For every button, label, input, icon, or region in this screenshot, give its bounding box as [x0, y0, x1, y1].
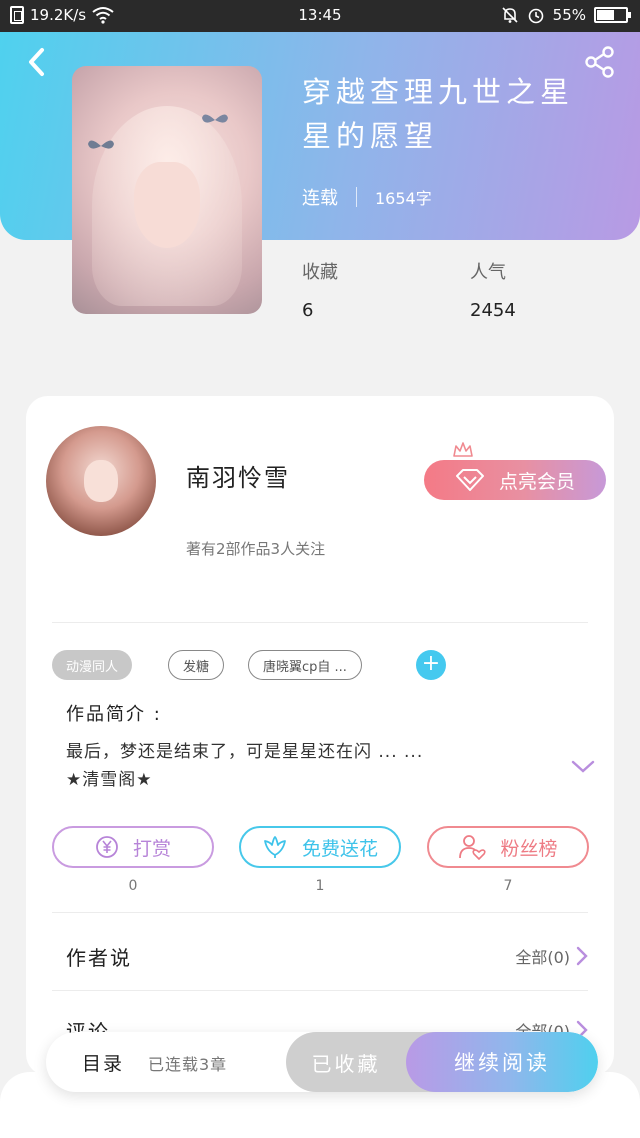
chevron-down-icon[interactable]: [570, 758, 596, 776]
favorites-stat: 收藏 6: [302, 258, 338, 321]
divider: [52, 990, 588, 991]
mute-bell-icon: [502, 7, 518, 23]
book-title: 穿越查理九世之星星的愿望: [302, 75, 575, 153]
avatar-face: [84, 460, 118, 502]
back-icon[interactable]: [22, 44, 52, 80]
author-summary: 著有2部作品3人关注: [186, 540, 326, 558]
author-name[interactable]: 南羽怜雪: [186, 458, 290, 493]
butterfly-icon: [202, 114, 228, 123]
fans-rank-label: 粉丝榜: [500, 837, 558, 860]
author-says-more[interactable]: 全部(0): [515, 944, 588, 968]
continue-reading-label: 继续阅读: [454, 1051, 550, 1075]
author-says-row[interactable]: 作者说 全部(0): [66, 942, 588, 971]
divider: [52, 912, 588, 913]
battery-percent: 55%: [552, 6, 586, 24]
reward-button[interactable]: 打赏: [52, 826, 214, 868]
status-bar: 19.2K/s 13:45 55%: [0, 0, 640, 32]
toc-button[interactable]: 目录: [82, 1049, 124, 1076]
tag-item[interactable]: 唐晓翼cp自 ...: [248, 650, 362, 680]
alarm-icon: [528, 8, 543, 24]
chapter-count[interactable]: 已连载3章: [148, 1051, 227, 1075]
author-says-title: 作者说: [66, 946, 132, 970]
collected-label: 已收藏: [311, 1051, 381, 1076]
battery-icon: [594, 7, 631, 23]
favorites-label: 收藏: [302, 262, 338, 283]
continue-reading-button[interactable]: 继续阅读: [406, 1032, 598, 1092]
crown-icon: [453, 442, 473, 457]
author-says-count: 全部(0): [515, 948, 570, 967]
cover-face: [134, 162, 200, 248]
favorites-value: 6: [302, 300, 314, 321]
intro-title: 作品简介 :: [66, 704, 162, 725]
book-word-count: 1654字: [375, 189, 432, 208]
intro-line: 最后，梦还是结束了，可是星星还在闪 ... ...: [66, 742, 424, 762]
popularity-value: 2454: [470, 300, 516, 321]
diamond-icon: [455, 469, 484, 491]
book-status: 连载: [302, 188, 338, 209]
popularity-stat: 人气 2454: [470, 258, 516, 321]
divider: [52, 622, 588, 623]
status-right: 55%: [501, 6, 631, 24]
book-meta: 连载 1654字: [302, 184, 432, 210]
bottom-action-bar: 目录 已连载3章 已收藏 继续阅读: [46, 1032, 598, 1092]
yen-coin-icon: [96, 836, 118, 858]
fans-rank-button[interactable]: 粉丝榜: [427, 826, 589, 868]
reward-count: 0: [128, 878, 138, 894]
vip-button[interactable]: 点亮会员: [424, 460, 606, 500]
book-detail-card: 南羽怜雪 著有2部作品3人关注 点亮会员 动漫同人 发糖 唐晓翼cp自 ... …: [26, 396, 614, 1076]
meta-divider: [356, 187, 357, 207]
tag-item[interactable]: 发糖: [168, 650, 225, 680]
flower-icon: [264, 836, 286, 858]
chevron-right-icon: [576, 946, 588, 966]
author-avatar[interactable]: [46, 426, 156, 536]
butterfly-icon: [88, 140, 114, 149]
send-flower-button[interactable]: 免费送花: [239, 826, 401, 868]
intro-line: ★清雪阁★: [66, 770, 153, 790]
user-heart-icon: [459, 835, 487, 860]
popularity-label: 人气: [470, 262, 506, 283]
flower-count: 1: [315, 878, 325, 894]
intro-text: 最后，梦还是结束了，可是星星还在闪 ... ... ★清雪阁★: [66, 738, 423, 794]
book-cover[interactable]: [72, 66, 262, 314]
tag-item[interactable]: 动漫同人: [52, 650, 133, 680]
reward-label: 打赏: [132, 837, 171, 860]
fans-count: 7: [503, 878, 513, 894]
add-tag-button[interactable]: +: [416, 650, 446, 680]
vip-label: 点亮会员: [498, 470, 575, 493]
send-flower-label: 免费送花: [301, 837, 378, 860]
